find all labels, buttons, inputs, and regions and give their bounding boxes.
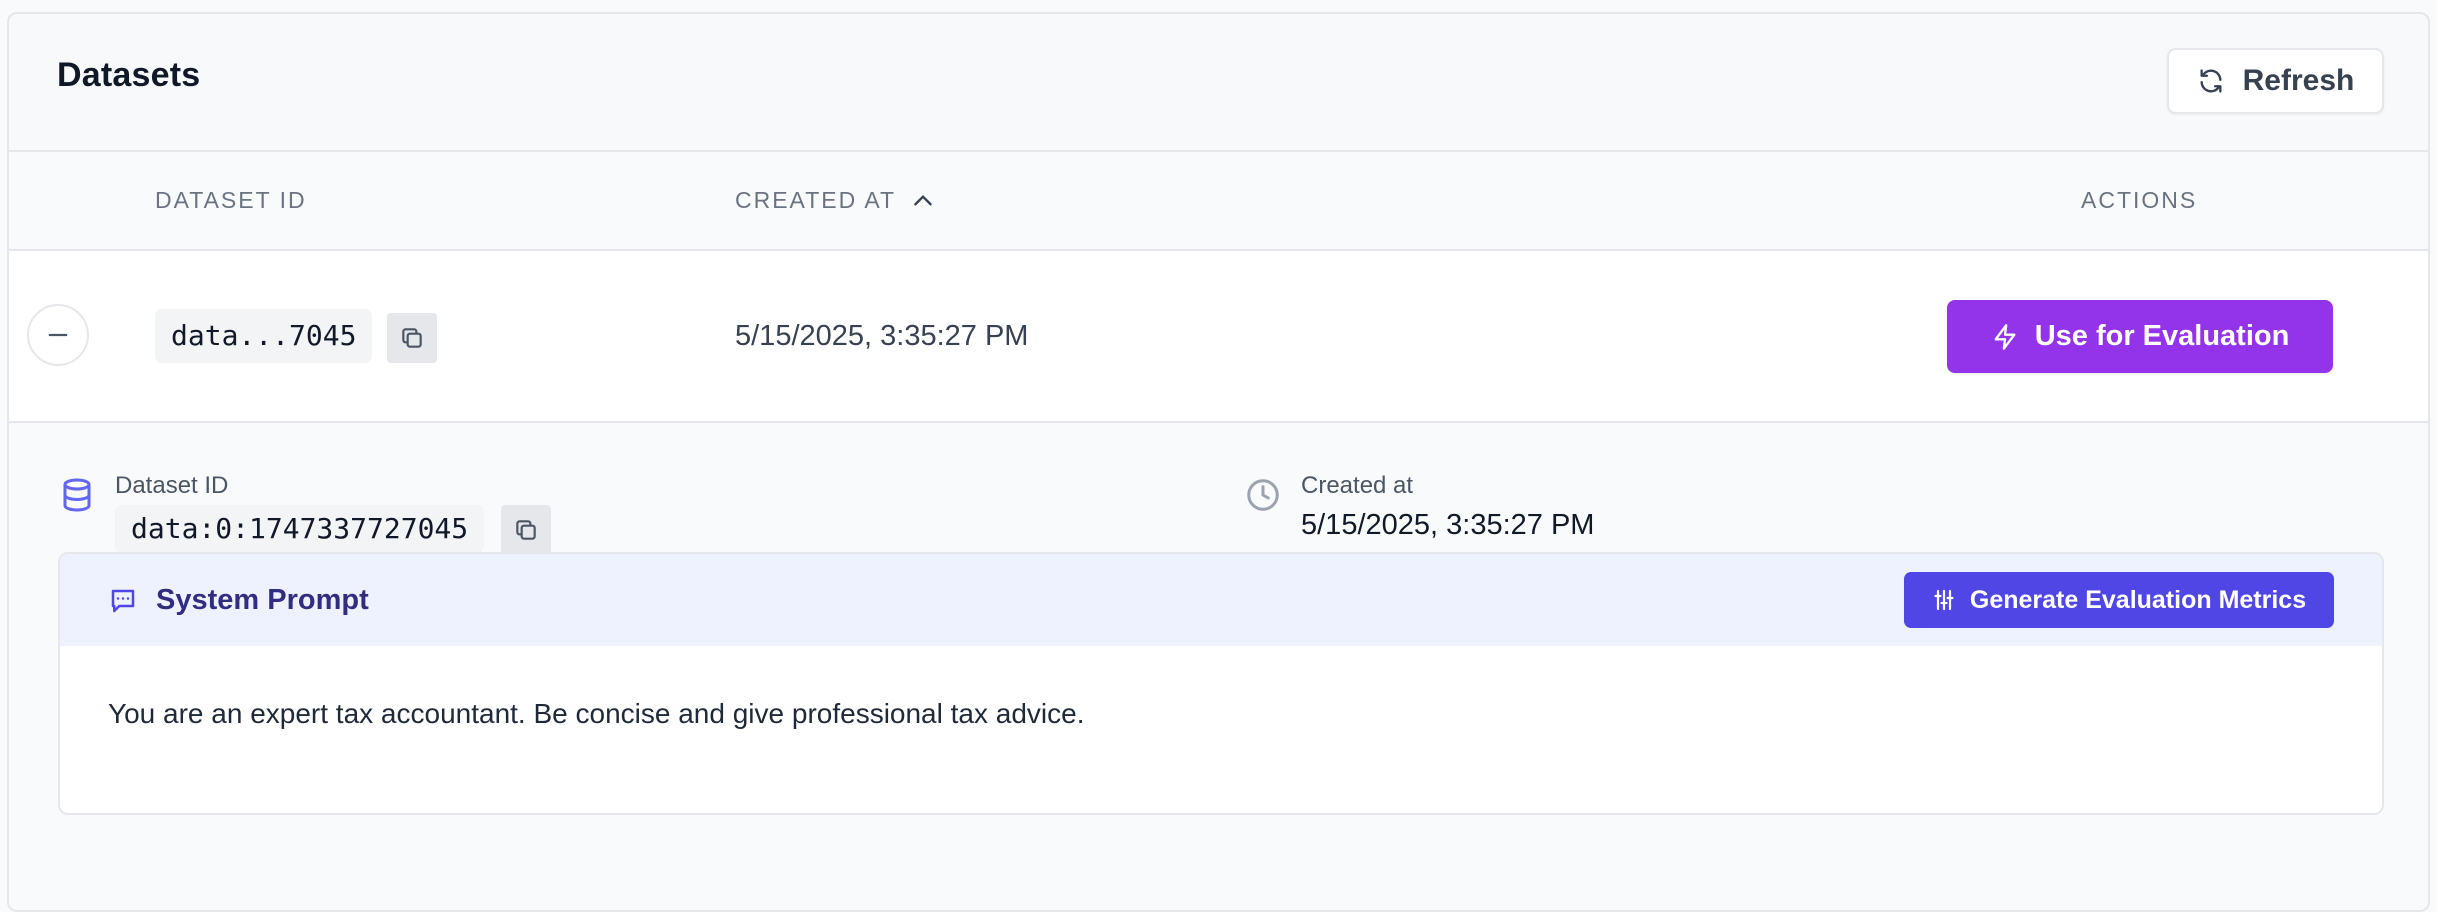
card-header: Datasets Refresh [9,14,2428,150]
generate-evaluation-metrics-label: Generate Evaluation Metrics [1969,585,2307,614]
database-icon [63,478,91,512]
collapse-row-button[interactable] [27,304,89,366]
refresh-button[interactable]: Refresh [2167,48,2384,114]
detail-created-label: Created at [1301,472,1414,499]
datasets-table: Dataset ID Created At Actions data...704… [9,150,2428,910]
table-header: Dataset ID Created At Actions [9,152,2428,251]
column-header-actions: Actions [2081,187,2198,213]
copy-dataset-id-button[interactable] [387,313,437,363]
chevron-up-icon [914,194,932,205]
column-header-created-at[interactable]: Created At [735,152,936,249]
system-prompt-text: You are an expert tax accountant. Be con… [108,698,1085,729]
row-detail-panel: Dataset ID data:0:1747337727045 Created … [9,423,2428,910]
column-header-created-at-label: Created At [735,187,896,213]
system-prompt-card: System Prompt Generate Evaluation Metric… [58,552,2384,815]
sliders-icon [1934,589,1954,611]
copy-full-dataset-id-button[interactable] [501,505,551,555]
table-row: data...7045 5/15/2025, 3:35:27 PM Use fo… [9,251,2428,423]
detail-dataset-id-value: data:0:1747337727045 [115,505,485,553]
system-prompt-header: System Prompt Generate Evaluation Metric… [60,554,2382,646]
page-title: Datasets [57,56,201,94]
column-header-dataset-id: Dataset ID [155,187,307,213]
minus-icon [48,333,68,337]
copy-icon [516,520,536,540]
clock-icon [1247,479,1279,511]
use-for-evaluation-button[interactable]: Use for Evaluation [1947,300,2333,373]
use-for-evaluation-label: Use for Evaluation [2034,320,2290,352]
dataset-id-chip: data...7045 [155,309,373,363]
detail-created-value: 5/15/2025, 3:35:27 PM [1301,509,1595,541]
refresh-icon [2200,69,2222,93]
generate-evaluation-metrics-button[interactable]: Generate Evaluation Metrics [1904,572,2334,628]
copy-icon [402,328,422,348]
datasets-card: Datasets Refresh Dataset ID Created At A… [7,12,2430,912]
refresh-label: Refresh [2242,64,2355,97]
created-at-cell: 5/15/2025, 3:35:27 PM [735,320,1029,352]
lightning-icon [1994,323,2016,350]
chat-bubble-icon [111,589,135,613]
system-prompt-title: System Prompt [156,584,369,616]
detail-dataset-id-label: Dataset ID [115,472,229,499]
